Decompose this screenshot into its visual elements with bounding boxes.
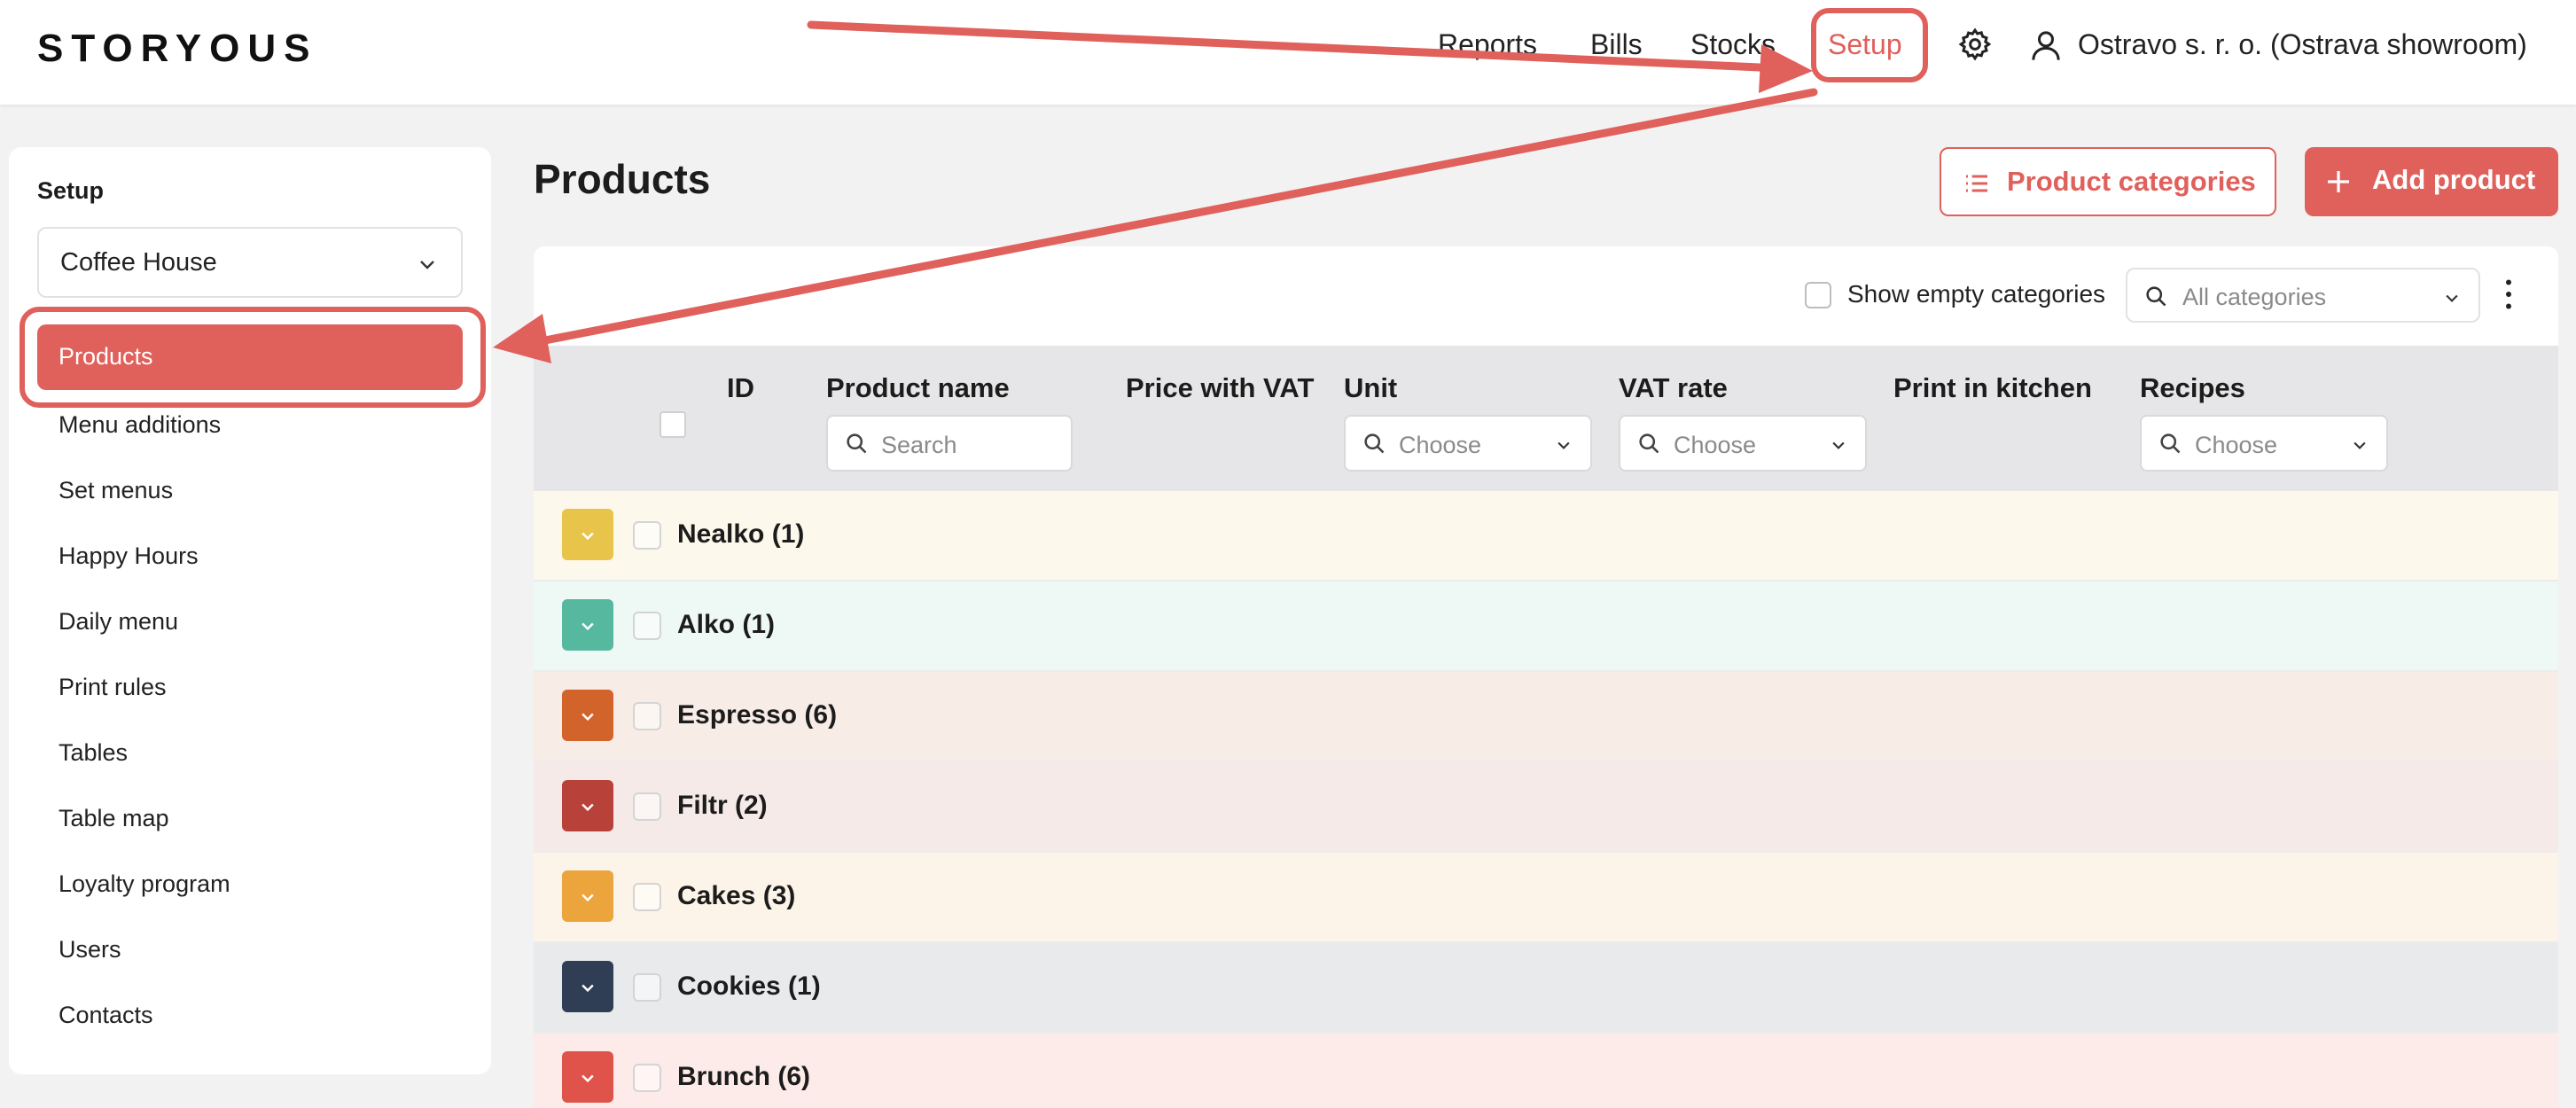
- expand-category-button[interactable]: [562, 1051, 613, 1103]
- column-header-print-in-kitchen[interactable]: Print in kitchen: [1893, 372, 2092, 404]
- column-header-unit[interactable]: Unit: [1344, 372, 1397, 404]
- row-checkbox[interactable]: [633, 792, 661, 821]
- sidebar-item-menu-additions[interactable]: Menu additions: [59, 411, 221, 439]
- chevron-down-icon: [582, 893, 594, 902]
- search-icon: [2160, 433, 2181, 454]
- sidebar: Setup Coffee House Products Menu additio…: [9, 147, 491, 1074]
- vat-filter-select[interactable]: Choose: [1619, 415, 1867, 472]
- vat-filter-placeholder: Choose: [1674, 432, 1757, 458]
- category-filter-select[interactable]: All categories: [2126, 268, 2480, 323]
- table-header: ID Product name Price with VAT Unit VAT …: [534, 346, 2558, 491]
- search-icon: [847, 433, 867, 454]
- product-categories-label: Product categories: [2007, 166, 2256, 197]
- sidebar-item-set-menus[interactable]: Set menus: [59, 477, 173, 504]
- chevron-down-icon: [582, 532, 594, 541]
- unit-filter-placeholder: Choose: [1399, 432, 1482, 458]
- venue-select[interactable]: Coffee House: [37, 227, 463, 298]
- expand-category-button[interactable]: [562, 599, 613, 651]
- expand-category-button[interactable]: [562, 509, 613, 560]
- chevron-down-icon: [2354, 441, 2366, 449]
- chevron-down-icon: [2446, 294, 2458, 302]
- nav-reports[interactable]: Reports: [1438, 28, 1537, 61]
- show-empty-categories-label[interactable]: Show empty categories: [1847, 280, 2105, 308]
- table-row[interactable]: Brunch (6): [534, 1034, 2558, 1108]
- column-header-vat-rate[interactable]: VAT rate: [1619, 372, 1728, 404]
- row-checkbox[interactable]: [633, 521, 661, 550]
- table-row[interactable]: Espresso (6): [534, 672, 2558, 762]
- column-header-product-name[interactable]: Product name: [826, 372, 1010, 404]
- column-header-price[interactable]: Price with VAT: [1126, 372, 1314, 404]
- row-checkbox[interactable]: [633, 973, 661, 1002]
- chevron-down-icon: [1557, 441, 1570, 449]
- nav-bills[interactable]: Bills: [1590, 28, 1643, 61]
- category-label[interactable]: Alko (1): [677, 610, 775, 640]
- table-row[interactable]: Cakes (3): [534, 853, 2558, 943]
- products-table-card: Show empty categories All categories ID …: [534, 246, 2558, 1108]
- add-product-label: Add product: [2372, 164, 2536, 195]
- main-nav: Reports Bills Stocks Setup Ostravo s. r.…: [0, 0, 2576, 105]
- row-checkbox[interactable]: [633, 612, 661, 640]
- expand-category-button[interactable]: [562, 961, 613, 1012]
- recipes-filter-select[interactable]: Choose: [2140, 415, 2388, 472]
- column-header-id[interactable]: ID: [727, 372, 754, 404]
- gear-icon[interactable]: [1957, 27, 1993, 62]
- table-row[interactable]: Filtr (2): [534, 762, 2558, 853]
- plus-icon: [2328, 171, 2349, 192]
- product-categories-button[interactable]: Product categories: [1940, 147, 2276, 216]
- row-checkbox[interactable]: [633, 702, 661, 730]
- category-filter-placeholder: All categories: [2182, 284, 2327, 310]
- chevron-down-icon: [582, 713, 594, 722]
- sidebar-item-loyalty-program[interactable]: Loyalty program: [59, 870, 230, 898]
- column-header-recipes[interactable]: Recipes: [2140, 372, 2245, 404]
- sidebar-item-daily-menu[interactable]: Daily menu: [59, 608, 178, 636]
- chevron-down-icon: [582, 622, 594, 631]
- add-product-button[interactable]: Add product: [2305, 147, 2558, 216]
- company-name[interactable]: Ostravo s. r. o. (Ostrava showroom): [2078, 28, 2527, 61]
- select-all-checkbox[interactable]: [660, 411, 686, 438]
- search-placeholder: Search: [881, 432, 957, 458]
- category-label[interactable]: Cakes (3): [677, 881, 795, 911]
- category-label[interactable]: Nealko (1): [677, 519, 804, 550]
- chevron-down-icon: [582, 803, 594, 812]
- row-checkbox[interactable]: [633, 1064, 661, 1092]
- venue-select-value: Coffee House: [60, 248, 217, 277]
- setup-highlight-annotation: [1811, 8, 1928, 82]
- search-icon: [1639, 433, 1659, 454]
- recipes-filter-placeholder: Choose: [2195, 432, 2278, 458]
- page-title: Products: [534, 156, 711, 202]
- sidebar-title: Setup: [37, 177, 105, 204]
- sidebar-item-contacts[interactable]: Contacts: [59, 1002, 153, 1029]
- expand-category-button[interactable]: [562, 870, 613, 922]
- category-label[interactable]: Filtr (2): [677, 791, 768, 821]
- sidebar-item-users[interactable]: Users: [59, 936, 121, 964]
- category-label[interactable]: Brunch (6): [677, 1062, 810, 1092]
- table-row[interactable]: Cookies (1): [534, 943, 2558, 1034]
- product-name-search-input[interactable]: Search: [826, 415, 1073, 472]
- sidebar-item-table-map[interactable]: Table map: [59, 805, 169, 832]
- user-icon: [2032, 31, 2060, 60]
- sidebar-item-tables[interactable]: Tables: [59, 739, 128, 767]
- expand-category-button[interactable]: [562, 780, 613, 831]
- sidebar-item-happy-hours[interactable]: Happy Hours: [59, 542, 199, 570]
- products-highlight-annotation: [20, 307, 486, 408]
- nav-stocks[interactable]: Stocks: [1690, 28, 1776, 61]
- show-empty-categories-checkbox[interactable]: [1805, 282, 1831, 308]
- chevron-down-icon: [582, 1074, 594, 1083]
- search-icon: [2146, 286, 2166, 307]
- category-label[interactable]: Cookies (1): [677, 971, 821, 1002]
- expand-category-button[interactable]: [562, 690, 613, 741]
- list-icon: [1966, 175, 1987, 192]
- category-label[interactable]: Espresso (6): [677, 700, 837, 730]
- row-checkbox[interactable]: [633, 883, 661, 911]
- more-options-icon[interactable]: [2503, 278, 2514, 310]
- unit-filter-select[interactable]: Choose: [1344, 415, 1592, 472]
- sidebar-item-print-rules[interactable]: Print rules: [59, 674, 167, 701]
- top-bar: STORYOUS Reports Bills Stocks Setup Ostr…: [0, 0, 2576, 105]
- table-row[interactable]: Alko (1): [534, 581, 2558, 672]
- chevron-down-icon: [420, 261, 434, 269]
- search-icon: [1364, 433, 1385, 454]
- table-row[interactable]: Nealko (1): [534, 491, 2558, 581]
- chevron-down-icon: [582, 984, 594, 993]
- chevron-down-icon: [1832, 441, 1845, 449]
